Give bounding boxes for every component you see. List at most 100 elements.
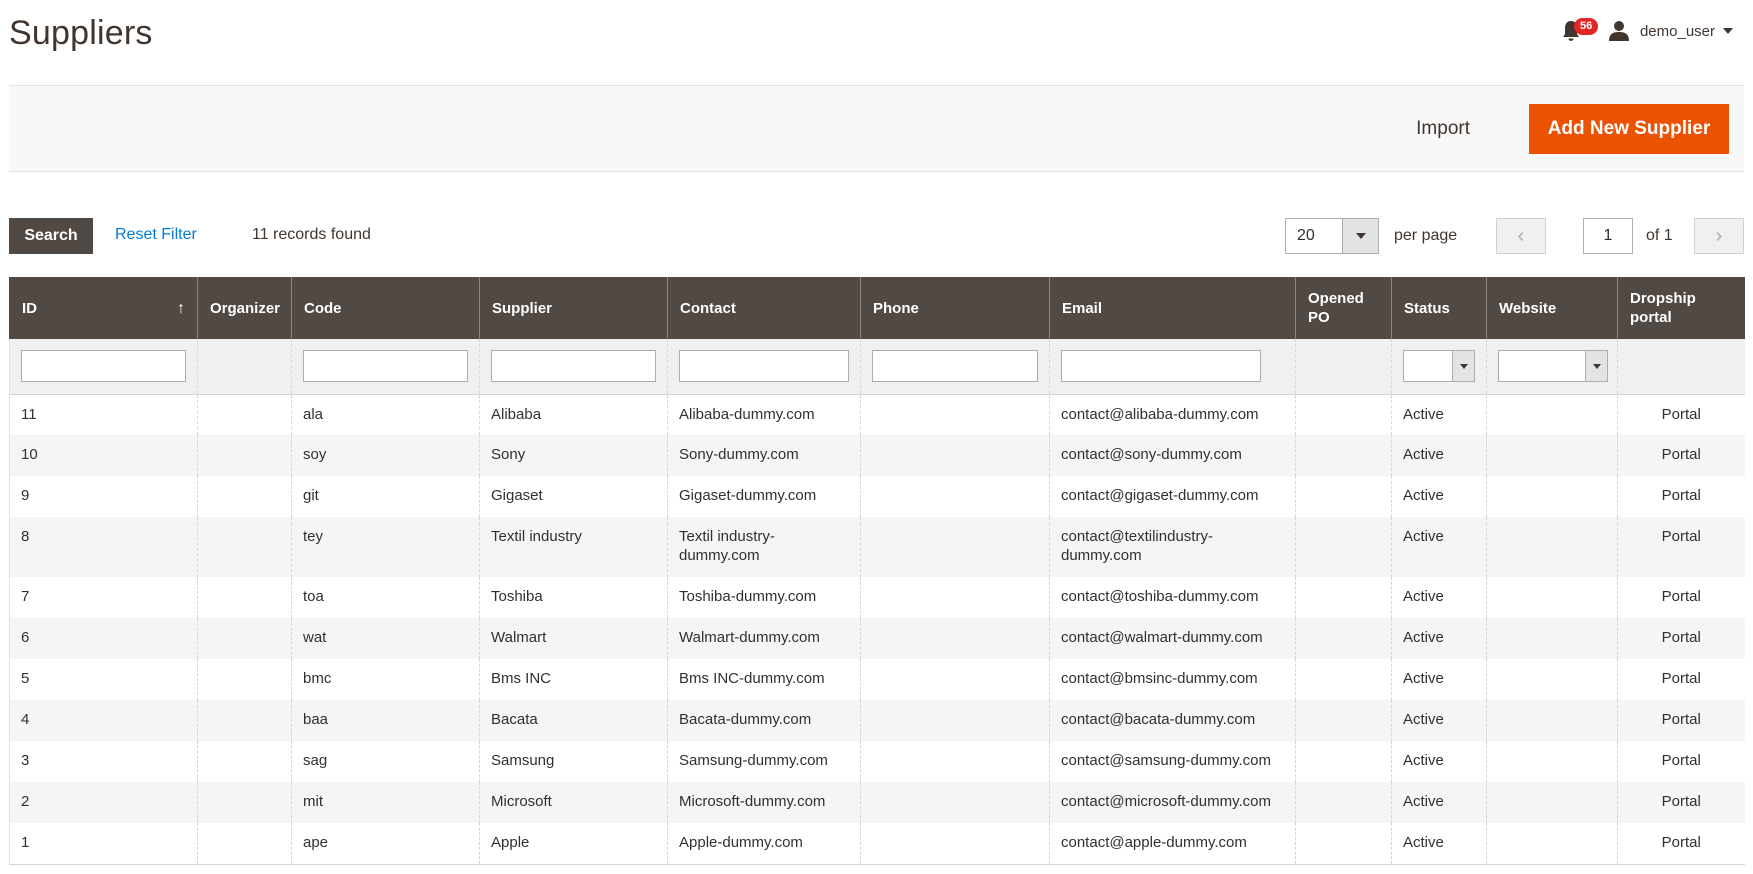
contact-cell: Gigaset-dummy.com xyxy=(667,476,861,517)
column-header-dropship-portal[interactable]: Dropship portal xyxy=(1617,277,1745,339)
contact-cell: Apple-dummy.com xyxy=(667,823,861,865)
phone-cell xyxy=(860,700,1050,741)
code-filter-input[interactable] xyxy=(303,350,468,383)
status-cell: Active xyxy=(1391,577,1487,618)
supplier-cell: Toshiba xyxy=(479,577,668,618)
table-row[interactable]: 1 ape Apple Apple-dummy.com contact@apple-du… xyxy=(9,823,1745,865)
phone-cell xyxy=(860,618,1050,659)
opened-po-cell xyxy=(1295,659,1392,700)
opened-po-cell xyxy=(1295,517,1392,577)
add-new-supplier-button[interactable]: Add New Supplier xyxy=(1529,104,1729,154)
email-cell: contact@sony-dummy.com xyxy=(1049,435,1296,476)
portal-link[interactable]: Portal xyxy=(1617,517,1745,577)
column-header-label: ID xyxy=(22,299,37,317)
next-page-button[interactable]: › xyxy=(1694,218,1744,254)
code-cell: sag xyxy=(291,741,480,782)
organizer-cell xyxy=(197,394,292,435)
opened-po-cell xyxy=(1295,741,1392,782)
per-page-label: per page xyxy=(1394,227,1458,244)
supplier-cell: Bms INC xyxy=(479,659,668,700)
sort-ascending-icon: ↑ xyxy=(177,299,185,317)
id-cell: 6 xyxy=(9,618,198,659)
opened-po-cell xyxy=(1295,577,1392,618)
portal-link[interactable]: Portal xyxy=(1617,659,1745,700)
email-filter-input[interactable] xyxy=(1061,350,1261,383)
status-cell: Active xyxy=(1391,823,1487,865)
user-name: demo_user xyxy=(1639,22,1715,40)
import-button[interactable]: Import xyxy=(1416,118,1470,140)
status-cell: Active xyxy=(1391,435,1487,476)
column-header-email[interactable]: Email xyxy=(1049,277,1296,339)
website-filter-select[interactable] xyxy=(1498,350,1608,383)
supplier-filter-input[interactable] xyxy=(491,350,656,383)
phone-filter-input[interactable] xyxy=(872,350,1038,383)
contact-cell: Sony-dummy.com xyxy=(667,435,861,476)
column-header-website[interactable]: Website xyxy=(1486,277,1618,339)
portal-link[interactable]: Portal xyxy=(1617,577,1745,618)
organizer-cell xyxy=(197,741,292,782)
email-cell: contact@microsoft-dummy.com xyxy=(1049,782,1296,823)
table-row[interactable]: 6 wat Walmart Walmart-dummy.com contact@walm… xyxy=(9,618,1745,659)
per-page-select[interactable]: 20 xyxy=(1285,218,1379,254)
status-filter-select[interactable] xyxy=(1403,350,1475,383)
portal-link[interactable]: Portal xyxy=(1617,618,1745,659)
portal-link[interactable]: Portal xyxy=(1617,476,1745,517)
previous-page-button[interactable]: ‹ xyxy=(1496,218,1546,254)
table-row[interactable]: 10 soy Sony Sony-dummy.com contact@sony-dumm… xyxy=(9,435,1745,476)
code-cell: toa xyxy=(291,577,480,618)
user-menu[interactable]: demo_user xyxy=(1608,20,1733,42)
opened-po-cell xyxy=(1295,618,1392,659)
portal-link[interactable]: Portal xyxy=(1617,435,1745,476)
records-count: 11 records found xyxy=(252,226,371,243)
id-filter-input[interactable] xyxy=(21,350,186,383)
page-number-input[interactable] xyxy=(1583,218,1633,254)
column-header-contact[interactable]: Contact xyxy=(667,277,861,339)
column-header-id[interactable]: ID ↑ xyxy=(9,277,198,339)
id-cell: 1 xyxy=(9,823,198,865)
table-row[interactable]: 8 tey Textil industry Textil industry-dummy… xyxy=(9,517,1745,577)
contact-cell: Textil industry-dummy.com xyxy=(667,517,861,577)
table-row[interactable]: 5 bmc Bms INC Bms INC-dummy.com contact@bmsi… xyxy=(9,659,1745,700)
table-row[interactable]: 4 baa Bacata Bacata-dummy.com contact@bacata… xyxy=(9,700,1745,741)
table-header-row: ID ↑ Organizer Code Supplier Contact Phon… xyxy=(9,277,1745,339)
table-row[interactable]: 3 sag Samsung Samsung-dummy.com contact@sams… xyxy=(9,741,1745,782)
reset-filter-link[interactable]: Reset Filter xyxy=(115,226,197,244)
portal-link[interactable]: Portal xyxy=(1617,700,1745,741)
per-page-dropdown-button[interactable] xyxy=(1342,219,1378,253)
portal-link[interactable]: Portal xyxy=(1617,823,1745,865)
column-header-phone[interactable]: Phone xyxy=(860,277,1050,339)
supplier-cell: Alibaba xyxy=(479,394,668,435)
organizer-cell xyxy=(197,700,292,741)
status-cell: Active xyxy=(1391,618,1487,659)
email-cell: contact@bmsinc-dummy.com xyxy=(1049,659,1296,700)
code-cell: git xyxy=(291,476,480,517)
opened-po-cell xyxy=(1295,394,1392,435)
table-row[interactable]: 9 git Gigaset Gigaset-dummy.com contact@giga… xyxy=(9,476,1745,517)
column-header-opened-po[interactable]: Opened PO xyxy=(1295,277,1392,339)
supplier-cell: Gigaset xyxy=(479,476,668,517)
contact-filter-input[interactable] xyxy=(679,350,849,383)
email-cell: contact@toshiba-dummy.com xyxy=(1049,577,1296,618)
column-header-status[interactable]: Status xyxy=(1391,277,1487,339)
table-row[interactable]: 11 ala Alibaba Alibaba-dummy.com contact@ali… xyxy=(9,394,1745,435)
column-header-supplier[interactable]: Supplier xyxy=(479,277,668,339)
id-cell: 5 xyxy=(9,659,198,700)
notifications-button[interactable]: 56 xyxy=(1554,14,1599,48)
column-header-organizer[interactable]: Organizer xyxy=(197,277,292,339)
chevron-down-icon xyxy=(1592,363,1601,369)
opened-po-cell xyxy=(1295,700,1392,741)
chevron-right-icon: › xyxy=(1715,224,1723,247)
table-row[interactable]: 7 toa Toshiba Toshiba-dummy.com contact@tosh… xyxy=(9,577,1745,618)
search-button[interactable]: Search xyxy=(9,218,93,254)
table-row[interactable]: 2 mit Microsoft Microsoft-dummy.com contact@… xyxy=(9,782,1745,823)
email-cell: contact@apple-dummy.com xyxy=(1049,823,1296,865)
column-header-code[interactable]: Code xyxy=(291,277,480,339)
portal-link[interactable]: Portal xyxy=(1617,741,1745,782)
page-title: Suppliers xyxy=(9,14,153,52)
opened-po-cell xyxy=(1295,476,1392,517)
portal-link[interactable]: Portal xyxy=(1617,394,1745,435)
contact-cell: Bms INC-dummy.com xyxy=(667,659,861,700)
portal-link[interactable]: Portal xyxy=(1617,782,1745,823)
status-cell: Active xyxy=(1391,476,1487,517)
supplier-cell: Textil industry xyxy=(479,517,668,577)
